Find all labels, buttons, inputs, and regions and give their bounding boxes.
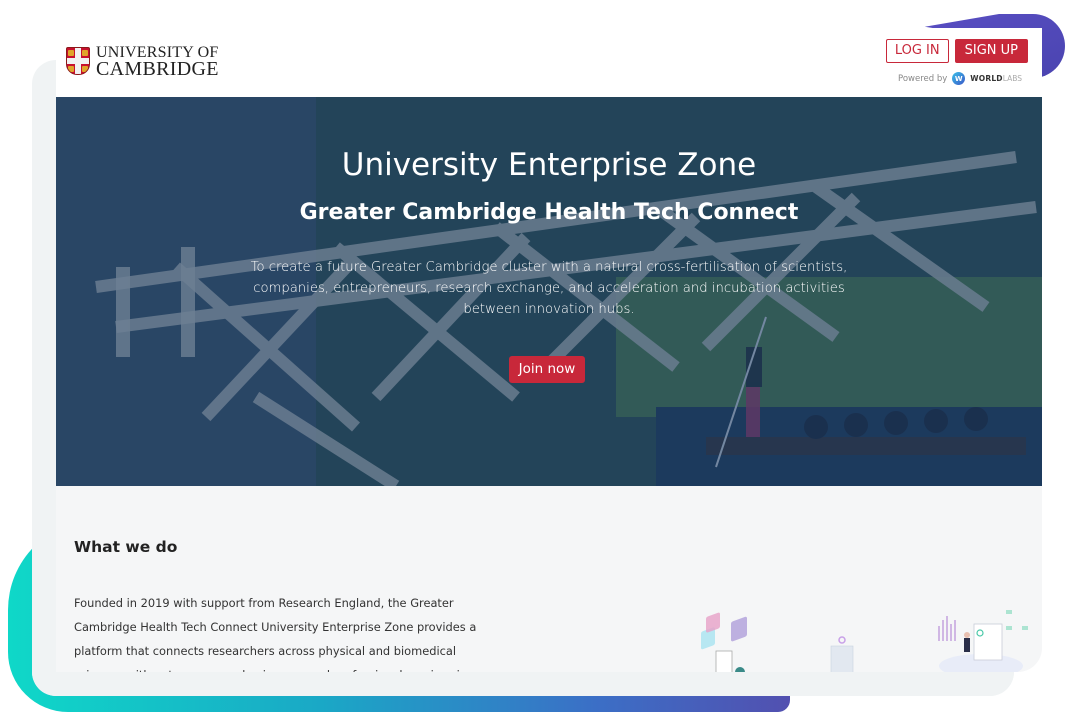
page: UNIVERSITY OF CAMBRIDGE LOG IN SIGN UP P… <box>56 28 1042 672</box>
login-button[interactable]: LOG IN <box>885 39 949 63</box>
university-logo-link[interactable]: UNIVERSITY OF CAMBRIDGE <box>66 44 219 80</box>
university-crest-icon <box>66 47 90 75</box>
hero-banner: University Enterprise Zone Greater Cambr… <box>56 97 1042 486</box>
hero-title: University Enterprise Zone <box>341 147 757 183</box>
isometric-illustration <box>701 610 1028 672</box>
auth-buttons: LOG IN SIGN UP <box>885 39 1028 63</box>
join-now-button[interactable]: Join now <box>509 356 585 383</box>
worldlabs-brand[interactable]: WORLDLABS <box>970 74 1022 84</box>
university-logo-text: UNIVERSITY OF CAMBRIDGE <box>96 44 219 80</box>
powered-by-label: Powered by <box>898 73 948 84</box>
brand-bold: WORLD <box>970 73 1003 83</box>
site-header: UNIVERSITY OF CAMBRIDGE LOG IN SIGN UP P… <box>56 28 1042 97</box>
signup-button[interactable]: SIGN UP <box>954 39 1028 63</box>
logo-line-2: CAMBRIDGE <box>96 58 219 80</box>
megaphone-tile-icon <box>731 616 747 642</box>
brand-light: LABS <box>1002 73 1022 83</box>
what-we-do-section: What we do Founded in 2019 with support … <box>56 486 1042 672</box>
powered-by: Powered by W WORLDLABS <box>898 72 1022 85</box>
analytics-tile-icon <box>706 612 720 633</box>
worldlabs-logo-icon: W <box>952 72 966 85</box>
hero-subtitle: Greater Cambridge Health Tech Connect <box>299 200 799 225</box>
section-title: What we do <box>74 538 178 556</box>
bar-chart-icon <box>938 616 956 641</box>
hero-description: To create a future Greater Cambridge clu… <box>250 260 848 317</box>
section-body: Founded in 2019 with support from Resear… <box>74 596 478 672</box>
page-frame-bottom <box>32 672 1014 696</box>
